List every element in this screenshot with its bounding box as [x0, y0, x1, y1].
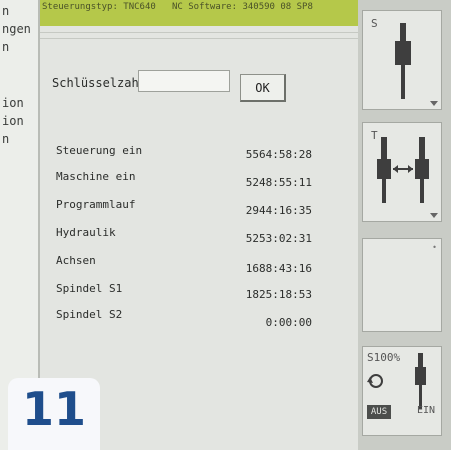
spindle-icon [415, 353, 426, 409]
nc-software-text: NC Software: 340590 08 SP8 [172, 2, 313, 12]
stat-value: 5564:58:28 [245, 148, 312, 161]
stat-value: 5253:02:31 [245, 232, 312, 245]
stat-label: Maschine ein [56, 170, 136, 183]
step-badge: 11 [8, 378, 100, 450]
softkey-column: S T • S100% AUS EIN [358, 0, 451, 450]
left-menu-item[interactable]: ion [2, 114, 24, 128]
stat-label: Programmlauf [56, 198, 136, 211]
softkey-marker: • [432, 243, 437, 252]
spindle-icon [395, 23, 411, 99]
softkey-dropdown-icon [430, 213, 438, 218]
spindle-override-label: S100% [367, 351, 401, 364]
stat-label: Hydraulik [56, 226, 116, 239]
spindle-on-button[interactable]: EIN [417, 405, 435, 416]
stat-label: Steuerung ein [56, 144, 143, 157]
tool-change-icon [377, 137, 429, 203]
stat-label: Spindel S2 [56, 308, 123, 321]
divider [40, 38, 358, 39]
stat-value: 5248:55:11 [245, 176, 312, 189]
softkey-spindle-on-off[interactable]: S100% AUS EIN [362, 346, 442, 436]
left-menu-item[interactable]: n [2, 40, 9, 54]
left-menu-item[interactable]: ngen [2, 22, 31, 36]
step-number: 11 [21, 382, 86, 436]
header-bar: Steuerungstyp: TNC640 NC Software: 34059… [40, 0, 358, 26]
stat-value: 0:00:00 [265, 316, 312, 329]
left-menu-item[interactable]: n [2, 4, 9, 18]
stat-label: Achsen [56, 254, 96, 267]
stat-value: 1688:43:16 [245, 262, 312, 275]
divider [40, 32, 358, 33]
screen-frame: n ngen n ion ion n Steuerungstyp: TNC640… [0, 0, 451, 450]
softkey-spindle-s[interactable]: S [362, 10, 442, 110]
stat-value: 1825:18:53 [245, 288, 312, 301]
key-number-input[interactable] [138, 70, 230, 92]
ok-button[interactable]: OK [240, 74, 286, 102]
control-type-text: Steuerungstyp: TNC640 [42, 2, 156, 12]
stat-label: Spindel S1 [56, 282, 123, 295]
softkey-dropdown-icon [430, 101, 438, 106]
softkey-empty[interactable]: • [362, 238, 442, 332]
spindle-rotation-icon [367, 374, 383, 388]
left-menu-item[interactable]: n [2, 132, 9, 146]
softkey-s-label: S [371, 17, 378, 30]
softkey-tool-t[interactable]: T [362, 122, 442, 222]
stat-value: 2944:16:35 [245, 204, 312, 217]
left-menu-item[interactable]: ion [2, 96, 24, 110]
spindle-off-button[interactable]: AUS [367, 405, 391, 419]
